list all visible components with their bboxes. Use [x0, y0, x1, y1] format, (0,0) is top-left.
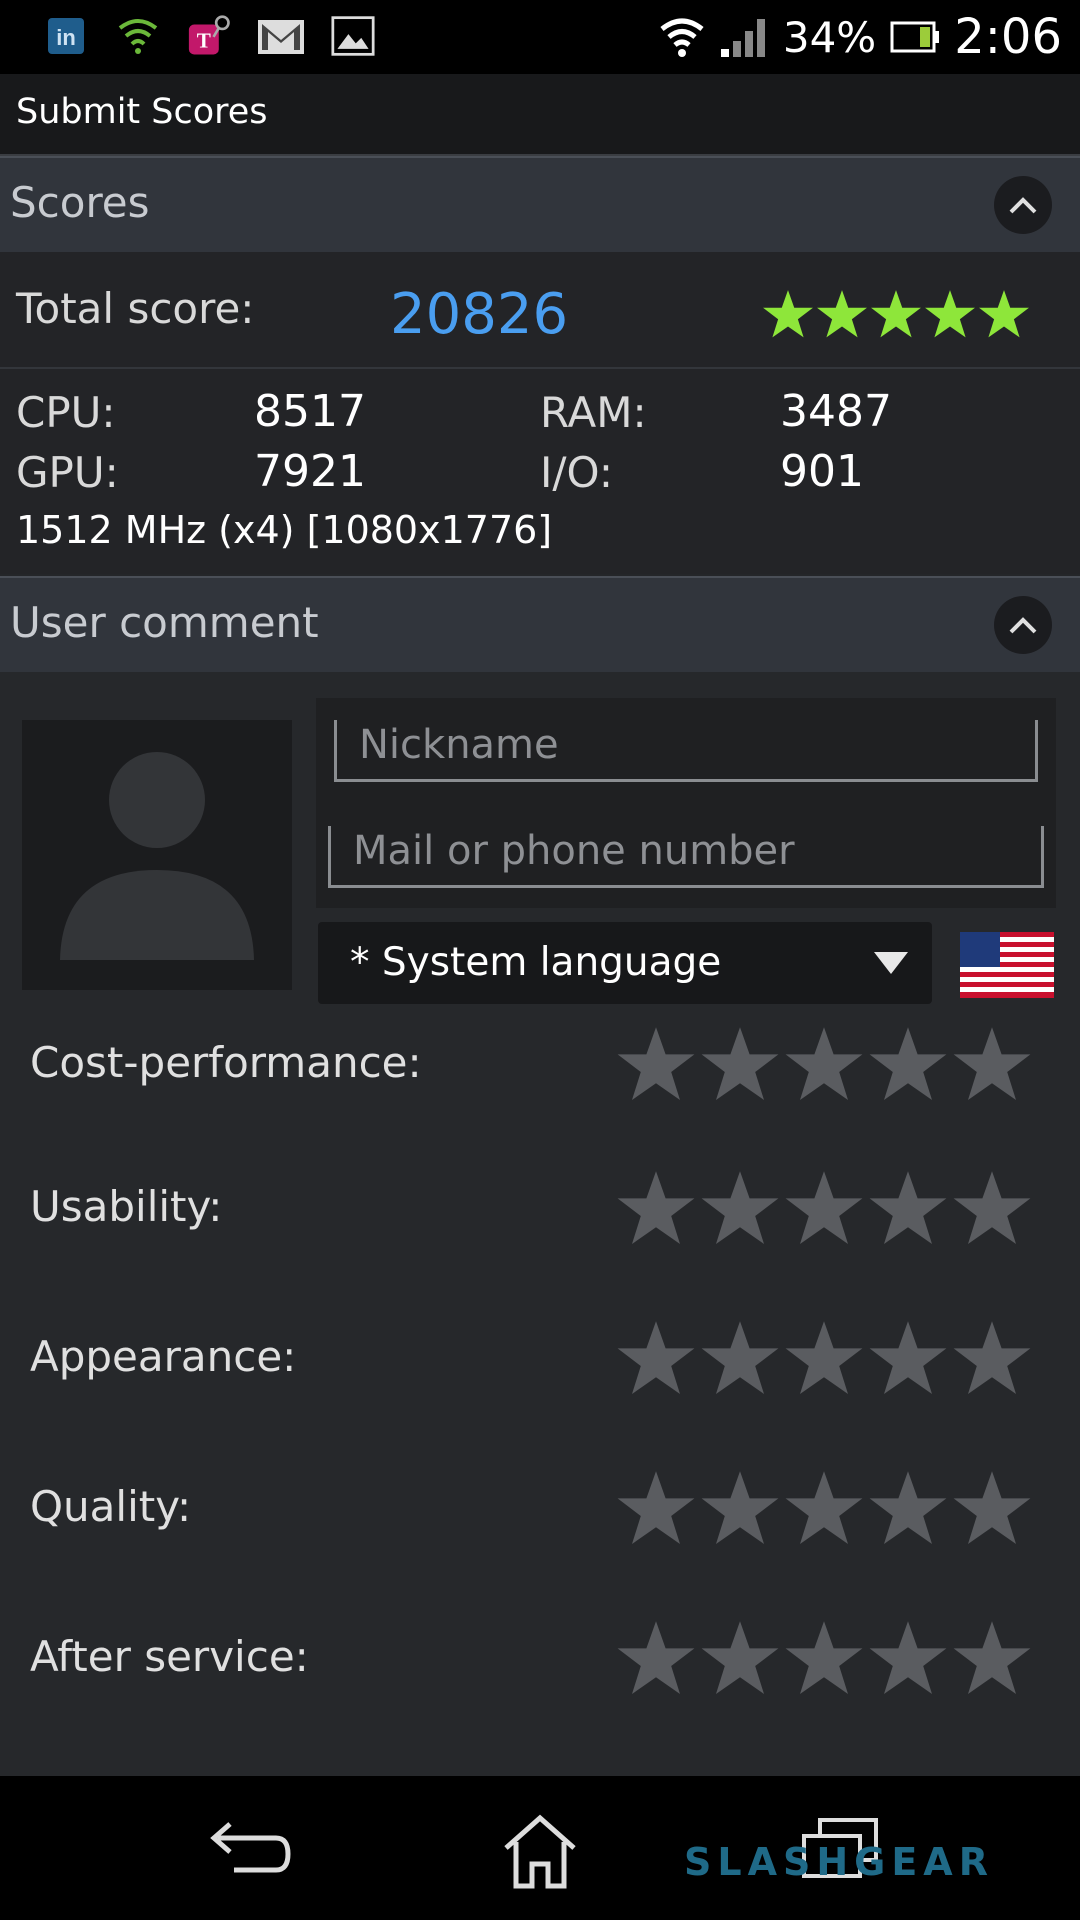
avatar[interactable]	[22, 720, 292, 990]
rating-star-icon[interactable]	[700, 1468, 780, 1548]
rating-star-icon[interactable]	[952, 1468, 1032, 1548]
rating-star-icon[interactable]	[868, 1468, 948, 1548]
rating-star-icon[interactable]	[784, 1618, 864, 1698]
rating-star-icon[interactable]	[700, 1618, 780, 1698]
comment-body: Nickname Mail or phone number * System l…	[0, 672, 1080, 1776]
rating-star-icon[interactable]	[952, 1618, 1032, 1698]
back-icon[interactable]	[196, 1812, 296, 1892]
rating-star-icon[interactable]	[868, 1618, 948, 1698]
star-icon	[817, 290, 867, 338]
contact-placeholder: Mail or phone number	[353, 828, 795, 874]
comment-section-header[interactable]: User comment	[0, 576, 1080, 672]
cell-signal-icon	[720, 19, 765, 57]
tmobile-icon: T	[188, 15, 230, 55]
page-title: Submit Scores	[16, 92, 268, 132]
comment-header-title: User comment	[10, 598, 319, 647]
action-bar: Submit Scores	[0, 74, 1080, 157]
rating-star-icon[interactable]	[700, 1318, 780, 1398]
scores-header-title: Scores	[10, 178, 150, 227]
rating-star-icon[interactable]	[616, 1468, 696, 1548]
star-icon	[871, 290, 921, 338]
io-label: I/O:	[540, 448, 614, 497]
rating-stars	[616, 1168, 1032, 1248]
chevron-up-icon	[1009, 617, 1037, 634]
star-icon	[925, 290, 975, 338]
gpu-value: 7921	[254, 446, 366, 497]
rating-star-icon[interactable]	[616, 1168, 696, 1248]
battery-percent: 34%	[782, 12, 877, 62]
rating-star-icon[interactable]	[616, 1318, 696, 1398]
language-select[interactable]: * System language	[318, 922, 932, 1004]
cpu-value: 8517	[254, 386, 366, 437]
rating-star-icon[interactable]	[868, 1024, 948, 1104]
clock: 2:06	[954, 9, 1062, 65]
rating-stars	[616, 1468, 1032, 1548]
rating-star-icon[interactable]	[784, 1318, 864, 1398]
cpu-label: CPU:	[16, 388, 116, 437]
total-score-label: Total score:	[16, 284, 255, 333]
rating-row: After service:	[0, 1612, 1080, 1702]
rating-star-icon[interactable]	[700, 1168, 780, 1248]
scores-section-header[interactable]: Scores	[0, 156, 1080, 252]
svg-text:T: T	[197, 28, 211, 52]
person-placeholder-icon	[60, 752, 254, 960]
rating-star-icon[interactable]	[700, 1024, 780, 1104]
battery-icon	[890, 21, 940, 53]
rating-label: Quality:	[30, 1482, 192, 1531]
gpu-label: GPU:	[16, 448, 119, 497]
language-value: * System language	[350, 940, 722, 985]
rating-label: Appearance:	[30, 1332, 297, 1381]
rating-label: Cost-performance:	[30, 1038, 422, 1087]
svg-text:in: in	[56, 25, 76, 50]
us-flag-icon[interactable]	[960, 932, 1054, 998]
rating-star-icon[interactable]	[952, 1024, 1032, 1104]
contact-field[interactable]: Mail or phone number	[328, 826, 1044, 888]
contact-form-panel: Nickname Mail or phone number	[316, 698, 1056, 908]
rating-label: Usability:	[30, 1182, 223, 1231]
rating-star-icon[interactable]	[952, 1168, 1032, 1248]
io-value: 901	[780, 446, 864, 497]
chevron-up-icon	[1009, 197, 1037, 214]
home-icon[interactable]	[490, 1812, 590, 1892]
rating-row: Quality:	[0, 1462, 1080, 1552]
device-info: 1512 MHz (x4) [1080x1776]	[16, 508, 553, 552]
rating-stars	[616, 1024, 1032, 1104]
star-icon	[763, 290, 813, 338]
gallery-icon	[331, 16, 375, 56]
ram-value: 3487	[780, 386, 892, 437]
rating-star-icon[interactable]	[616, 1618, 696, 1698]
dropdown-arrow-icon	[874, 952, 908, 974]
wifi-signal-icon	[660, 18, 704, 57]
rating-label: After service:	[30, 1632, 309, 1681]
watermark: SLASHGEAR	[684, 1840, 994, 1884]
wifi-shield-icon	[118, 19, 158, 54]
rating-stars	[616, 1318, 1032, 1398]
status-bar: in T 34% 2:06	[0, 0, 1080, 74]
rating-star-icon[interactable]	[868, 1168, 948, 1248]
rating-row: Cost-performance:	[0, 1018, 1080, 1108]
rating-star-icon[interactable]	[784, 1024, 864, 1104]
star-icon	[979, 290, 1029, 338]
total-score-stars	[762, 288, 1030, 340]
nickname-field[interactable]: Nickname	[334, 720, 1038, 782]
nickname-placeholder: Nickname	[359, 722, 559, 768]
total-score-row: Total score: 20826	[0, 252, 1080, 369]
rating-row: Appearance:	[0, 1312, 1080, 1402]
gmail-icon	[258, 20, 304, 54]
total-score-value: 20826	[390, 282, 569, 347]
rating-star-icon[interactable]	[784, 1168, 864, 1248]
linkedin-icon: in	[48, 18, 84, 54]
rating-row: Usability:	[0, 1162, 1080, 1252]
collapse-scores-button[interactable]	[994, 176, 1052, 234]
scores-body: Total score: 20826 CPU: 8517 RAM: 3487 G…	[0, 252, 1080, 574]
rating-star-icon[interactable]	[952, 1318, 1032, 1398]
rating-stars	[616, 1618, 1032, 1698]
collapse-comment-button[interactable]	[994, 596, 1052, 654]
rating-star-icon[interactable]	[616, 1024, 696, 1104]
rating-star-icon[interactable]	[868, 1318, 948, 1398]
rating-star-icon[interactable]	[784, 1468, 864, 1548]
ram-label: RAM:	[540, 388, 647, 437]
